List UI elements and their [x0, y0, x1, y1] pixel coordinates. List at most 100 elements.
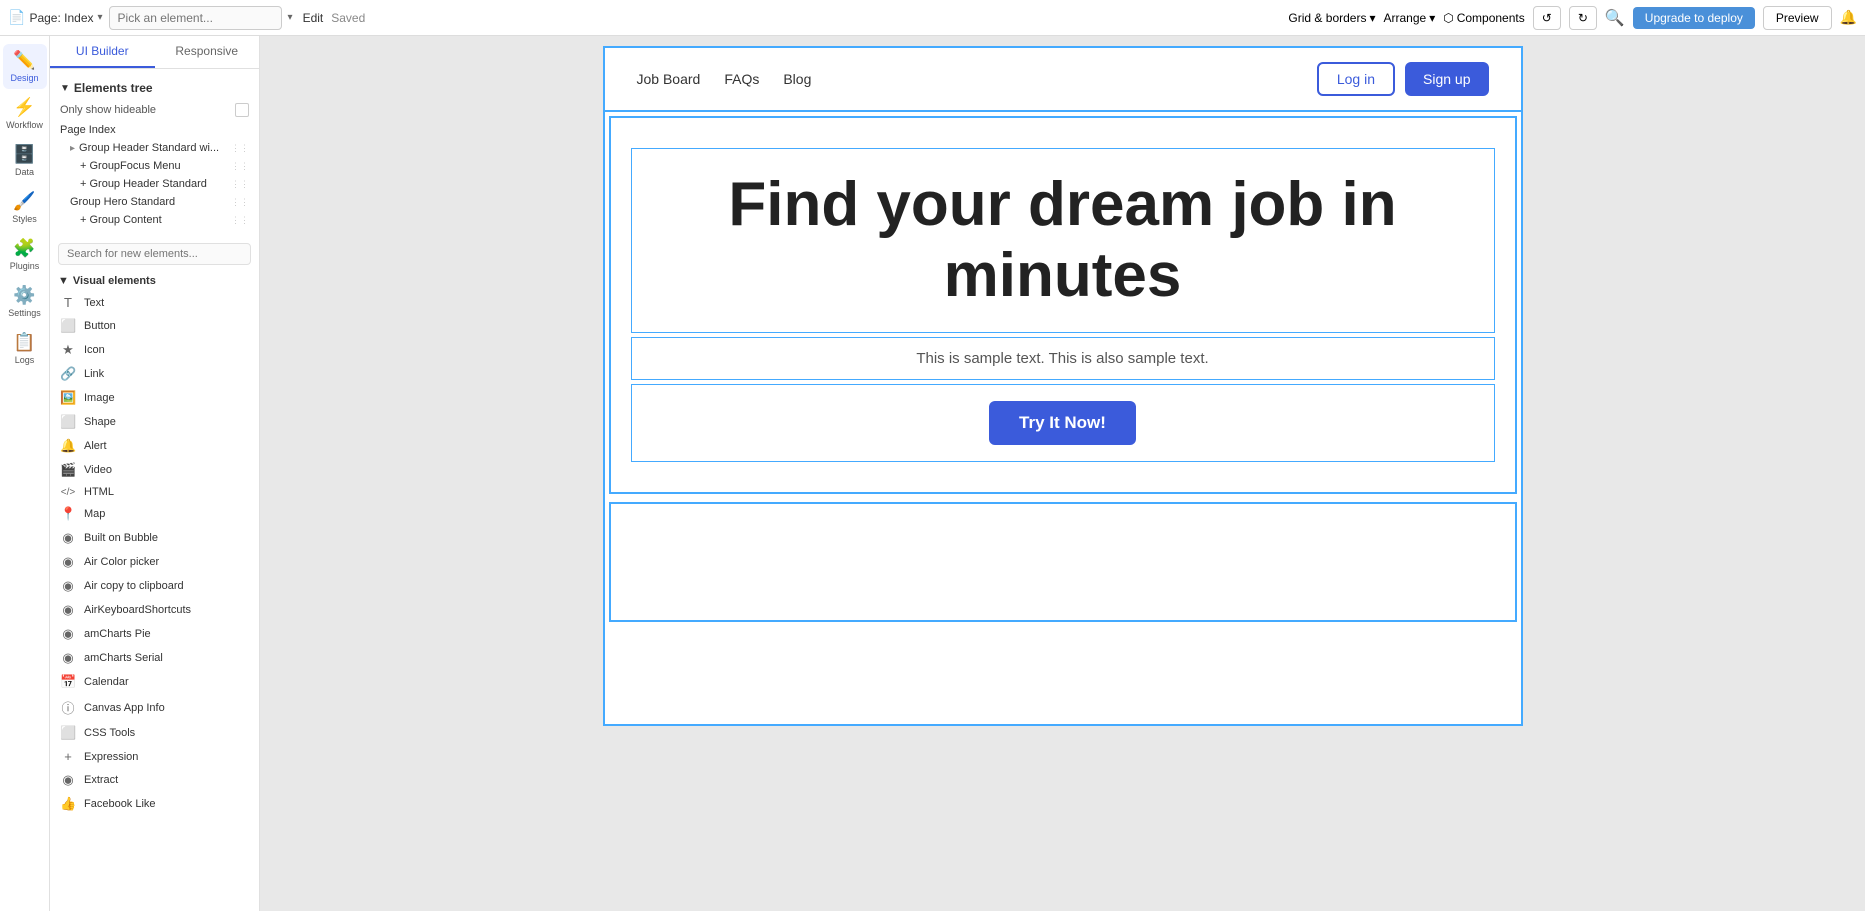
- element-facebook-like[interactable]: 👍 Facebook Like: [50, 792, 259, 816]
- only-hideable-toggle[interactable]: [235, 103, 249, 117]
- login-button[interactable]: Log in: [1317, 62, 1395, 96]
- sidebar-item-settings[interactable]: ⚙️ Settings: [3, 279, 47, 324]
- nav-job-board[interactable]: Job Board: [637, 71, 701, 87]
- canvas-inner: Job Board FAQs Blog Log in Sign up Find …: [603, 46, 1523, 746]
- element-extract[interactable]: ◉ Extract: [50, 768, 259, 792]
- element-map[interactable]: 📍 Map: [50, 502, 259, 526]
- nav-faqs[interactable]: FAQs: [724, 71, 759, 87]
- components-label: Components: [1457, 11, 1525, 25]
- video-label: Video: [84, 464, 112, 476]
- tree-node-page-index[interactable]: Page Index: [50, 121, 259, 139]
- redo-button[interactable]: ↻: [1569, 6, 1597, 30]
- icon-icon: ★: [60, 342, 76, 358]
- icon-label: Icon: [84, 344, 105, 356]
- page-indicator[interactable]: 📄 Page: Index ▾: [8, 9, 103, 26]
- cta-button[interactable]: Try It Now!: [989, 401, 1136, 445]
- sidebar-item-logs[interactable]: 📋 Logs: [3, 326, 47, 371]
- page-dropdown-arrow[interactable]: ▾: [98, 12, 103, 23]
- visual-elements-header[interactable]: ▼ Visual elements: [50, 271, 259, 291]
- pick-dropdown-arrow[interactable]: ▾: [288, 12, 293, 23]
- element-text[interactable]: T Text: [50, 291, 259, 314]
- air-copy-label: Air copy to clipboard: [84, 580, 184, 592]
- element-am-charts-pie[interactable]: ◉ amCharts Pie: [50, 622, 259, 646]
- element-expression[interactable]: + Expression: [50, 745, 259, 768]
- sidebar-item-data[interactable]: 🗄️ Data: [3, 138, 47, 183]
- tree-node-header-standard[interactable]: + Group Header Standard ⋮⋮: [50, 175, 259, 193]
- alert-icon: 🔔: [60, 438, 76, 454]
- panel-tabs: UI Builder Responsive: [50, 36, 259, 69]
- tree-node-focus-menu[interactable]: + GroupFocus Menu ⋮⋮: [50, 157, 259, 175]
- element-css-tools[interactable]: ⬜ CSS Tools: [50, 721, 259, 745]
- search-button[interactable]: 🔍: [1605, 8, 1625, 28]
- tree-node-group-header[interactable]: ▸ Group Header Standard wi... ⋮⋮: [50, 139, 259, 157]
- sidebar-item-styles[interactable]: 🖌️ Styles: [3, 185, 47, 230]
- group-header-label: Group Header Standard wi...: [79, 142, 219, 154]
- grid-borders-button[interactable]: Grid & borders ▾: [1288, 11, 1375, 25]
- element-html[interactable]: </> HTML: [50, 482, 259, 502]
- elements-tree-header[interactable]: ▼ Elements tree: [50, 77, 259, 99]
- drag-handle-2[interactable]: ⋮⋮: [231, 161, 249, 172]
- data-label: Data: [15, 167, 34, 177]
- preview-button[interactable]: Preview: [1763, 6, 1832, 30]
- components-icon: ⬡: [1443, 11, 1453, 25]
- element-am-charts-serial[interactable]: ◉ amCharts Serial: [50, 646, 259, 670]
- preview-frame: Job Board FAQs Blog Log in Sign up Find …: [603, 46, 1523, 726]
- element-link[interactable]: 🔗 Link: [50, 362, 259, 386]
- element-video[interactable]: 🎬 Video: [50, 458, 259, 482]
- drag-handle-5[interactable]: ⋮⋮: [231, 215, 249, 226]
- arrange-button[interactable]: Arrange ▾: [1383, 11, 1435, 25]
- air-keyboard-label: AirKeyboardShortcuts: [84, 604, 191, 616]
- tab-ui-builder[interactable]: UI Builder: [50, 36, 155, 68]
- nav-blog[interactable]: Blog: [783, 71, 811, 87]
- element-image[interactable]: 🖼️ Image: [50, 386, 259, 410]
- components-button[interactable]: ⬡ Components: [1443, 11, 1525, 25]
- group-content-label: + Group Content: [80, 214, 162, 226]
- only-hideable-row: Only show hideable: [50, 99, 259, 121]
- drag-handle-3[interactable]: ⋮⋮: [231, 179, 249, 190]
- extract-label: Extract: [84, 774, 118, 786]
- element-button[interactable]: ⬜ Button: [50, 314, 259, 338]
- pick-element-input[interactable]: [109, 6, 282, 30]
- page-index-label: Page Index: [60, 124, 116, 136]
- am-charts-pie-icon: ◉: [60, 626, 76, 642]
- top-bar: 📄 Page: Index ▾ ▾ Edit Saved Grid & bord…: [0, 0, 1865, 36]
- link-icon: 🔗: [60, 366, 76, 382]
- tab-responsive[interactable]: Responsive: [155, 36, 260, 68]
- workflow-label: Workflow: [6, 120, 43, 130]
- tree-node-hero-standard[interactable]: Group Hero Standard ⋮⋮: [50, 193, 259, 211]
- element-calendar[interactable]: 📅 Calendar: [50, 670, 259, 694]
- button-icon: ⬜: [60, 318, 76, 334]
- top-bar-right: Grid & borders ▾ Arrange ▾ ⬡ Components …: [1288, 6, 1857, 30]
- visual-elements-toggle: ▼: [58, 275, 69, 287]
- bottom-section: [609, 502, 1517, 622]
- drag-handle[interactable]: ⋮⋮: [231, 143, 249, 154]
- hero-subtitle-block: This is sample text. This is also sample…: [631, 337, 1495, 380]
- element-icon[interactable]: ★ Icon: [50, 338, 259, 362]
- html-label: HTML: [84, 486, 114, 498]
- element-air-color-picker[interactable]: ◉ Air Color picker: [50, 550, 259, 574]
- upgrade-button[interactable]: Upgrade to deploy: [1633, 7, 1755, 29]
- grid-borders-label: Grid & borders: [1288, 11, 1366, 25]
- only-hideable-label: Only show hideable: [60, 104, 156, 116]
- element-shape[interactable]: ⬜ Shape: [50, 410, 259, 434]
- video-icon: 🎬: [60, 462, 76, 478]
- color-picker-icon: ◉: [60, 554, 76, 570]
- notification-button[interactable]: 🔔: [1840, 9, 1857, 26]
- tree-node-group-content[interactable]: + Group Content ⋮⋮: [50, 211, 259, 229]
- signup-button[interactable]: Sign up: [1405, 62, 1488, 96]
- sidebar-item-design[interactable]: ✏️ Design: [3, 44, 47, 89]
- element-built-on-bubble[interactable]: ◉ Built on Bubble: [50, 526, 259, 550]
- canvas-area[interactable]: Job Board FAQs Blog Log in Sign up Find …: [260, 36, 1865, 911]
- element-alert[interactable]: 🔔 Alert: [50, 434, 259, 458]
- element-air-copy-to-clipboard[interactable]: ◉ Air copy to clipboard: [50, 574, 259, 598]
- drag-handle-4[interactable]: ⋮⋮: [231, 197, 249, 208]
- focus-menu-label: + GroupFocus Menu: [80, 160, 181, 172]
- undo-button[interactable]: ↺: [1533, 6, 1561, 30]
- sidebar-item-workflow[interactable]: ⚡ Workflow: [3, 91, 47, 136]
- sidebar-item-plugins[interactable]: 🧩 Plugins: [3, 232, 47, 277]
- element-canvas-app-info[interactable]: ⓘ Canvas App Info: [50, 694, 259, 721]
- design-icon: ✏️: [13, 50, 35, 71]
- element-search-input[interactable]: [58, 243, 251, 265]
- html-icon: </>: [60, 487, 76, 498]
- element-air-keyboard-shortcuts[interactable]: ◉ AirKeyboardShortcuts: [50, 598, 259, 622]
